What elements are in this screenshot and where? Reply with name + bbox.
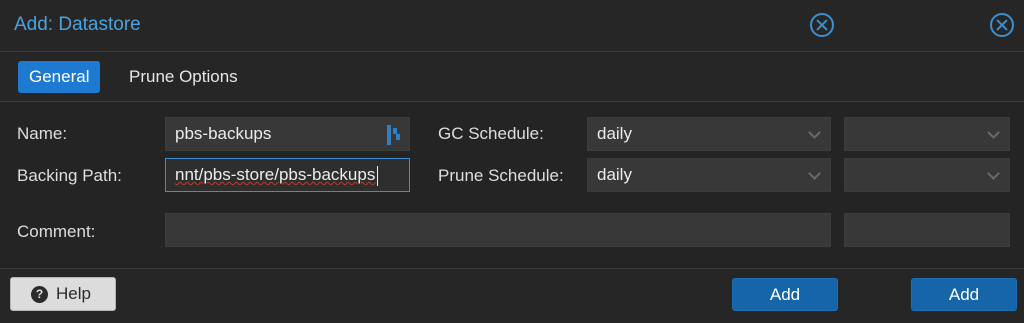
help-label: Help (56, 284, 91, 303)
comment-field[interactable] (165, 213, 831, 247)
add-button[interactable]: Add (732, 278, 838, 311)
comment-field-extra[interactable] (844, 213, 1010, 247)
gc-schedule-select-extra[interactable] (844, 117, 1010, 151)
text-caret (377, 165, 379, 186)
help-button[interactable]: ? Help (10, 277, 116, 311)
gc-schedule-select[interactable]: daily (587, 117, 831, 151)
close-icon[interactable] (990, 13, 1014, 37)
prune-schedule-value: daily (597, 165, 632, 184)
tab-prune-options[interactable]: Prune Options (118, 61, 249, 93)
backing-path-label: Backing Path: (17, 166, 122, 185)
gc-schedule-value: daily (597, 124, 632, 143)
chevron-down-icon[interactable] (987, 126, 1000, 139)
chevron-down-icon[interactable] (808, 126, 821, 139)
prune-schedule-select-extra[interactable] (844, 158, 1010, 192)
password-manager-icon[interactable] (387, 125, 401, 145)
dialog-title-bar: Add: Datastore (0, 0, 1024, 52)
tab-bar: General Prune Options (0, 52, 1024, 102)
add-button[interactable]: Add (911, 278, 1017, 311)
prune-schedule-select[interactable]: daily (587, 158, 831, 192)
tab-general[interactable]: General (18, 61, 101, 93)
comment-label: Comment: (17, 222, 96, 241)
close-icon[interactable] (810, 13, 834, 37)
chevron-down-icon[interactable] (808, 167, 821, 180)
chevron-down-icon[interactable] (987, 167, 1000, 180)
name-value: pbs-backups (175, 124, 272, 143)
gc-schedule-label: GC Schedule: (438, 124, 544, 143)
question-circle-icon: ? (31, 286, 48, 303)
name-field[interactable]: pbs-backups (165, 117, 410, 151)
name-label: Name: (17, 124, 68, 143)
dialog-title: Add: Datastore (14, 14, 141, 35)
dialog-footer: ? Help Add Add (0, 269, 1024, 323)
datastore-form: Name: pbs-backups Backing Path: nnt/pbs-… (0, 102, 1024, 269)
backing-path-value: nnt/pbs-store/pbs-backups (175, 165, 376, 184)
backing-path-field[interactable]: nnt/pbs-store/pbs-backups (165, 158, 410, 192)
prune-schedule-label: Prune Schedule: (438, 166, 564, 185)
